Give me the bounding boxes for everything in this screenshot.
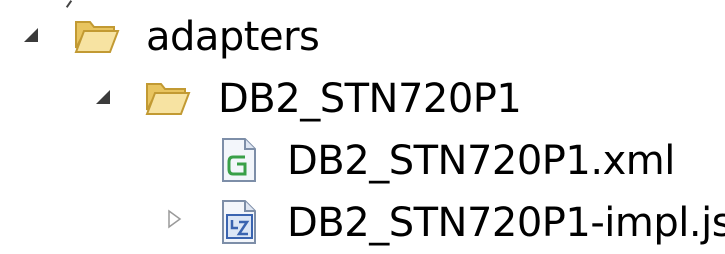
expand-triangle-icon[interactable] bbox=[20, 24, 42, 46]
folder-open-icon bbox=[143, 74, 191, 122]
expand-triangle-icon[interactable] bbox=[92, 86, 114, 108]
tree-item-db2-folder[interactable]: DB2_STN720P1 bbox=[0, 70, 522, 126]
collapsed-triangle-icon[interactable] bbox=[163, 208, 185, 230]
tree-item-db2-xml[interactable]: DB2_STN720P1.xml bbox=[0, 132, 700, 188]
tree-item-db2-impl-js[interactable]: DB2_STN720P1-impl.js bbox=[0, 194, 725, 250]
tree-item-adapters[interactable]: adapters bbox=[0, 8, 330, 64]
tree-item-label: DB2_STN720P1 bbox=[218, 76, 522, 122]
project-explorer-tree: adapters DB2_STN720P1 DB2_STN720P1.xml D… bbox=[0, 0, 725, 254]
tree-item-label: adapters bbox=[146, 14, 320, 60]
javascript-file-icon bbox=[214, 198, 262, 246]
folder-open-icon bbox=[72, 12, 120, 60]
tree-item-label: DB2_STN720P1-impl.js bbox=[287, 200, 725, 246]
cursor-mark bbox=[65, 0, 73, 8]
tree-item-label: DB2_STN720P1.xml bbox=[287, 138, 675, 184]
adapter-xml-file-icon bbox=[214, 136, 262, 184]
